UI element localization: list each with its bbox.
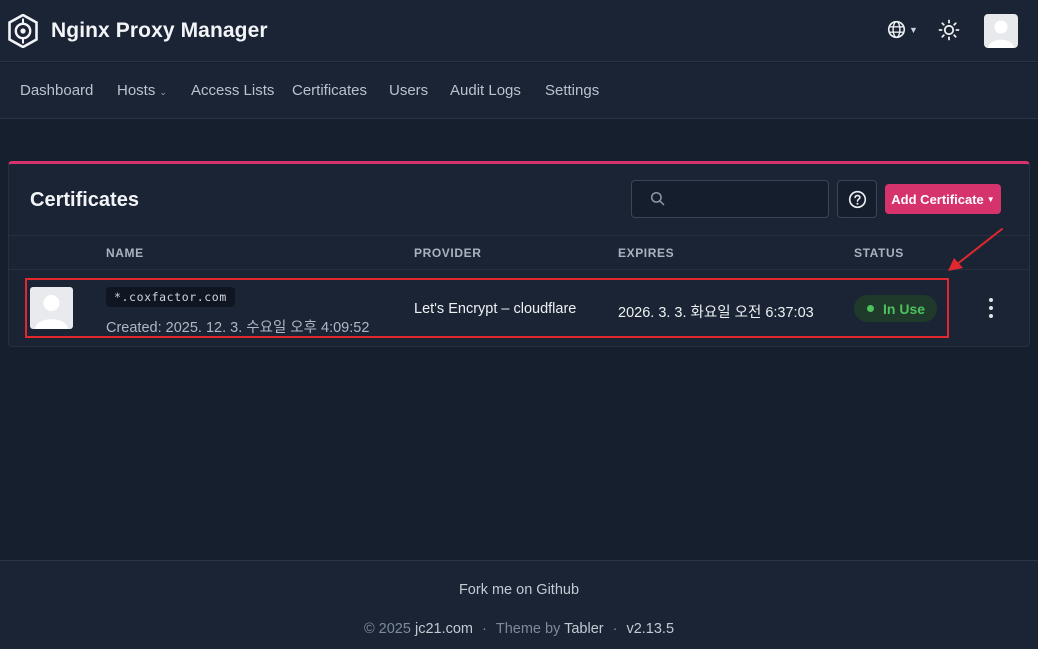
sun-icon <box>938 19 960 41</box>
nav-settings[interactable]: Settings <box>545 82 599 99</box>
main-navigation: Dashboard Hosts ⌄ Access Lists Certificat… <box>0 63 1038 119</box>
nav-audit-logs[interactable]: Audit Logs <box>450 82 521 99</box>
th-provider[interactable]: PROVIDER <box>414 246 481 260</box>
nav-users[interactable]: Users <box>389 82 428 99</box>
version-link[interactable]: v2.13.5 <box>626 621 674 637</box>
domain-name: *.coxfactor.com <box>106 287 235 307</box>
search-icon <box>650 191 665 206</box>
help-circle-icon <box>848 190 866 208</box>
status-label: In Use <box>883 300 926 317</box>
separator: · <box>612 621 618 637</box>
chevron-down-icon: ▼ <box>909 24 918 35</box>
th-expires[interactable]: EXPIRES <box>618 246 674 260</box>
nav-certificates[interactable]: Certificates <box>292 82 367 99</box>
th-status[interactable]: STATUS <box>854 246 904 260</box>
app-title: Nginx Proxy Manager <box>51 19 268 42</box>
user-avatar-icon <box>35 295 68 329</box>
kebab-menu-icon <box>989 298 993 318</box>
nav-hosts-label: Hosts <box>117 82 156 99</box>
search-box[interactable] <box>631 180 829 218</box>
status-badge: In Use <box>854 295 938 322</box>
user-avatar-icon <box>988 20 1014 48</box>
status-dot-icon <box>867 305 874 312</box>
add-certificate-label: Add Certificate <box>891 191 984 207</box>
row-actions-button[interactable] <box>981 296 1001 320</box>
chevron-down-icon: ▼ <box>986 194 995 204</box>
th-name[interactable]: NAME <box>106 246 144 260</box>
separator: · <box>482 621 487 637</box>
tabler-link[interactable]: Tabler <box>564 621 604 637</box>
table-row[interactable]: *.coxfactor.com Created: 2025. 12. 3. 수요… <box>9 270 1029 346</box>
brand[interactable]: Nginx Proxy Manager <box>8 14 268 48</box>
created-date: Created: 2025. 12. 3. 수요일 오후 4:09:52 <box>106 320 370 336</box>
nav-access-lists[interactable]: Access Lists <box>191 82 274 99</box>
add-certificate-button[interactable]: Add Certificate ▼ <box>885 184 1001 214</box>
nav-dashboard[interactable]: Dashboard <box>20 82 93 99</box>
jc21-link[interactable]: jc21.com <box>415 621 473 637</box>
nav-hosts[interactable]: Hosts ⌄ <box>117 82 167 99</box>
user-avatar[interactable] <box>984 14 1018 48</box>
expires-date: 2026. 3. 3. 화요일 오전 6:37:03 <box>618 305 814 321</box>
help-button[interactable] <box>837 180 877 218</box>
certificates-card: Certificates Add Certificate ▼ NAME PROVI… <box>8 161 1030 347</box>
card-title: Certificates <box>30 189 139 211</box>
search-input[interactable] <box>672 181 822 217</box>
hexagon-logo-icon <box>8 14 38 48</box>
page-footer: Fork me on Github © 2025 jc21.com · Theme … <box>0 560 1038 649</box>
table-header: NAME PROVIDER EXPIRES STATUS <box>9 235 1029 270</box>
app-header: Nginx Proxy Manager ▼ <box>0 0 1038 62</box>
footer-meta: © 2025 jc21.com · Theme by Tabler · v2.13.5 <box>0 621 1038 637</box>
chevron-down-icon: ⌄ <box>159 87 167 97</box>
language-menu-button[interactable]: ▼ <box>887 20 918 39</box>
theme-by-text: Theme by <box>495 621 561 637</box>
provider-name: Let's Encrypt – cloudflare <box>414 301 577 317</box>
copyright-text: © 2025 <box>363 621 411 637</box>
theme-toggle-button[interactable] <box>938 19 960 46</box>
globe-icon <box>887 20 906 39</box>
fork-on-github-link[interactable]: Fork me on Github <box>0 582 1038 598</box>
owner-avatar <box>30 287 73 329</box>
